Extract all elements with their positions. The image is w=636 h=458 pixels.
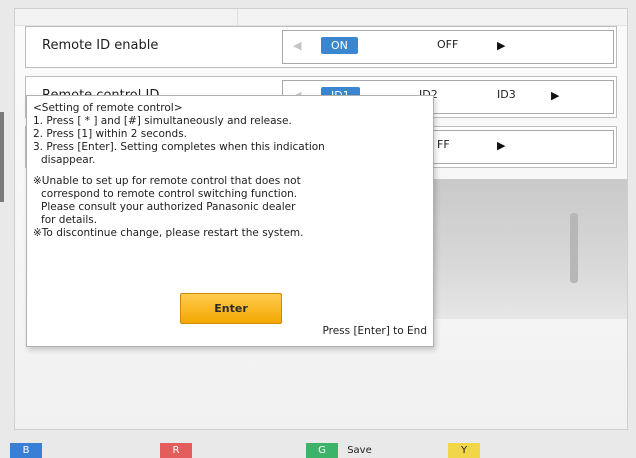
key-b[interactable]: B — [10, 443, 51, 458]
dialog-note-1-cont-c: for details. — [41, 214, 98, 226]
option-id3[interactable]: ID3 — [497, 88, 516, 101]
right-arrow-icon[interactable]: ▶ — [497, 139, 505, 152]
dialog-step-2: 2. Press [1] within 2 seconds. — [33, 128, 187, 140]
left-edge-bar — [0, 112, 4, 202]
dialog-note-1-cont-b: Please consult your authorized Panasonic… — [41, 201, 296, 213]
remote-id-enable-label: Remote ID enable — [42, 38, 159, 53]
key-y[interactable]: Y — [448, 443, 489, 458]
dialog-step-3: 3. Press [Enter]. Setting completes when… — [33, 141, 325, 153]
dialog-step-1: 1. Press [ * ] and [#] simultaneously an… — [33, 115, 292, 127]
right-arrow-icon[interactable]: ▶ — [497, 39, 505, 52]
key-r[interactable]: R — [160, 443, 201, 458]
dialog-note-1-cont-a: correspond to remote control switching f… — [41, 188, 298, 200]
bottom-key-bar: B R G Save Y — [0, 438, 636, 458]
end-hint: Press [Enter] to End — [322, 325, 427, 337]
dialog-note-2: ※To discontinue change, please restart t… — [33, 227, 304, 239]
right-arrow-icon[interactable]: ▶ — [551, 89, 559, 102]
remote-id-enable-row: Remote ID enable ◀ ON OFF ▶ — [25, 26, 617, 68]
key-r-badge[interactable]: R — [160, 443, 192, 458]
enter-button[interactable]: Enter — [180, 293, 282, 324]
dialog-step-3-cont: disappear. — [41, 154, 96, 166]
dialog-note-1: ※Unable to set up for remote control tha… — [33, 175, 301, 187]
option-off[interactable]: OFF — [437, 38, 458, 51]
dialog-title: <Setting of remote control> — [33, 102, 183, 114]
key-b-badge[interactable]: B — [10, 443, 42, 458]
key-g-save[interactable]: G Save — [306, 443, 372, 458]
remote-control-setting-dialog: <Setting of remote control> 1. Press [ *… — [26, 95, 434, 347]
remote-id-enable-selector[interactable]: ◀ ON OFF ▶ — [282, 30, 614, 64]
option-on[interactable]: ON — [321, 37, 358, 54]
key-y-badge[interactable]: Y — [448, 443, 480, 458]
save-label: Save — [347, 445, 372, 456]
top-tab-strip — [15, 9, 627, 26]
option-off-partial[interactable]: FF — [437, 138, 450, 151]
key-g-badge[interactable]: G — [306, 443, 338, 458]
left-arrow-icon[interactable]: ◀ — [293, 39, 301, 52]
